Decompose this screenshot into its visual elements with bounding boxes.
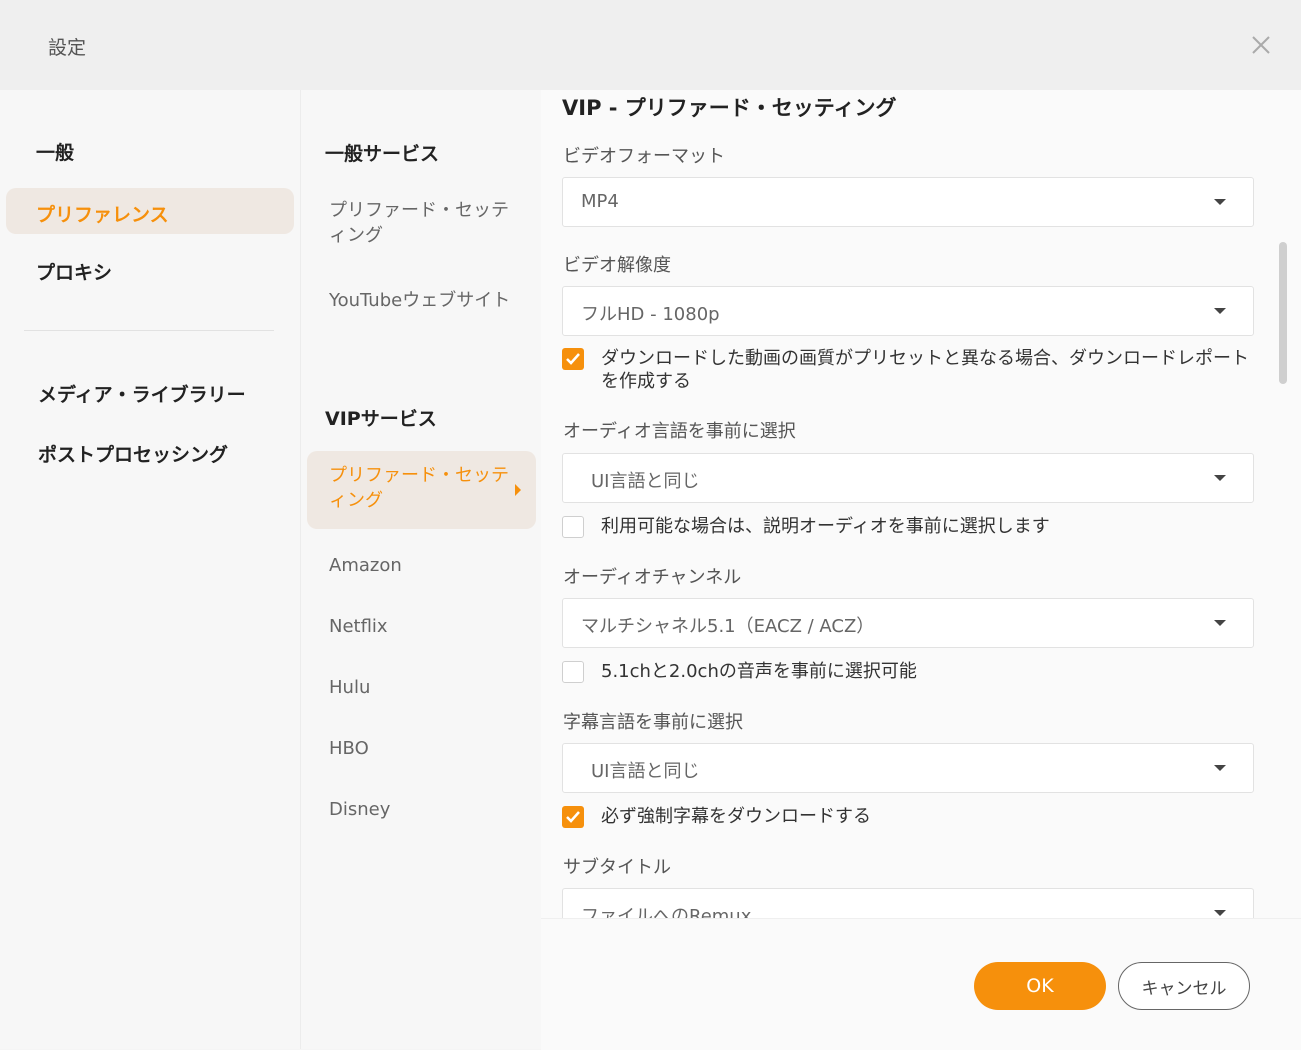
video-resolution-label: ビデオ解像度 — [563, 255, 671, 276]
audio-channel-value: マルチシャネル5.1（EACZ / ACZ） — [581, 616, 875, 637]
audio-language-value: UI言語と同じ — [591, 471, 700, 492]
audio-channel-select[interactable]: マルチシャネル5.1（EACZ / ACZ） — [562, 598, 1254, 648]
sidebar-item-label: プリファレンス — [36, 204, 169, 226]
subtitle-language-value: UI言語と同じ — [591, 761, 700, 782]
subtitle-language-label: 字幕言語を事前に選択 — [563, 712, 743, 733]
audio-description-checkbox[interactable] — [562, 516, 584, 538]
settings-scroll-area[interactable]: VIP - プリファード・セッティング ビデオフォーマット MP4 ビデオ解像度… — [541, 90, 1301, 918]
subtitle-select[interactable]: ファイルへのRemux — [562, 888, 1254, 918]
sidebar-item-media-library[interactable]: メディア・ライブラリー — [38, 380, 246, 407]
subtitle-value: ファイルへのRemux — [581, 906, 752, 918]
audio-channel-label: オーディオチャンネル — [563, 567, 742, 588]
settings-panel: VIP - プリファード・セッティング ビデオフォーマット MP4 ビデオ解像度… — [541, 90, 1301, 1050]
page-title: VIP - プリファード・セッティング — [562, 96, 897, 120]
vip-services-heading: VIPサービス — [325, 408, 437, 430]
sidebar-item-post-processing[interactable]: ポストプロセッシング — [38, 440, 228, 467]
primary-sidebar: 一般 プリファレンス プロキシ メディア・ライブラリー ポストプロセッシング — [0, 90, 300, 1049]
service-item-hbo[interactable]: HBO — [329, 736, 515, 761]
title-bar: 設定 — [0, 0, 1301, 90]
chevron-right-icon — [515, 484, 521, 496]
ok-button[interactable]: OK — [974, 962, 1106, 1010]
subtitle-language-select[interactable]: UI言語と同じ — [562, 743, 1254, 793]
checkmark-icon — [566, 811, 580, 823]
secondary-sidebar: 一般サービス プリファード・セッティング YouTubeウェブサイト VIPサー… — [300, 90, 542, 1049]
subtitle-label: サブタイトル — [563, 857, 671, 878]
video-format-select[interactable]: MP4 — [562, 177, 1254, 227]
chevron-down-icon — [1214, 910, 1226, 916]
sidebar-divider — [24, 330, 274, 331]
service-item-label: プリファード・セッティング — [329, 465, 509, 511]
service-item-preferred-settings[interactable]: プリファード・セッティング — [329, 198, 515, 248]
download-report-text: ダウンロードした動画の画質がプリセットと異なる場合、ダウンロードレポートを作成す… — [601, 348, 1249, 392]
channel-both-text: 5.1chと2.0chの音声を事前に選択可能 — [601, 661, 917, 682]
chevron-down-icon — [1214, 475, 1226, 481]
forced-subtitles-checkbox[interactable] — [562, 806, 584, 828]
cancel-button[interactable]: キャンセル — [1118, 962, 1250, 1010]
chevron-down-icon — [1214, 199, 1226, 205]
window-title: 設定 — [48, 37, 87, 59]
audio-language-label: オーディオ言語を事前に選択 — [563, 421, 796, 442]
service-item-youtube[interactable]: YouTubeウェブサイト — [329, 288, 515, 313]
general-services-heading: 一般サービス — [325, 143, 440, 165]
audio-language-select[interactable]: UI言語と同じ — [562, 453, 1254, 503]
chevron-down-icon — [1214, 308, 1226, 314]
service-item-amazon[interactable]: Amazon — [329, 553, 515, 578]
video-format-value: MP4 — [581, 191, 619, 212]
scrollbar-thumb[interactable] — [1279, 242, 1287, 384]
service-item-vip-preferred-settings[interactable]: プリファード・セッティング — [307, 451, 536, 529]
checkmark-icon — [566, 353, 580, 365]
service-item-disney[interactable]: Disney — [329, 797, 515, 822]
close-icon[interactable] — [1246, 30, 1276, 60]
video-resolution-select[interactable]: フルHD - 1080p — [562, 286, 1254, 336]
dialog-footer: OK キャンセル — [541, 918, 1301, 1050]
service-item-netflix[interactable]: Netflix — [329, 614, 515, 639]
chevron-down-icon — [1214, 765, 1226, 771]
download-report-checkbox[interactable] — [562, 348, 584, 370]
service-item-hulu[interactable]: Hulu — [329, 675, 515, 700]
chevron-down-icon — [1214, 620, 1226, 626]
sidebar-item-preferences[interactable]: プリファレンス — [6, 188, 294, 234]
audio-description-text: 利用可能な場合は、説明オーディオを事前に選択します — [601, 516, 1050, 537]
forced-subtitles-text: 必ず強制字幕をダウンロードする — [601, 806, 871, 827]
video-format-label: ビデオフォーマット — [563, 146, 725, 167]
channel-both-checkbox[interactable] — [562, 661, 584, 683]
sidebar-item-general[interactable]: 一般 — [36, 138, 74, 165]
video-resolution-value: フルHD - 1080p — [581, 304, 720, 325]
sidebar-item-proxy[interactable]: プロキシ — [36, 258, 112, 285]
